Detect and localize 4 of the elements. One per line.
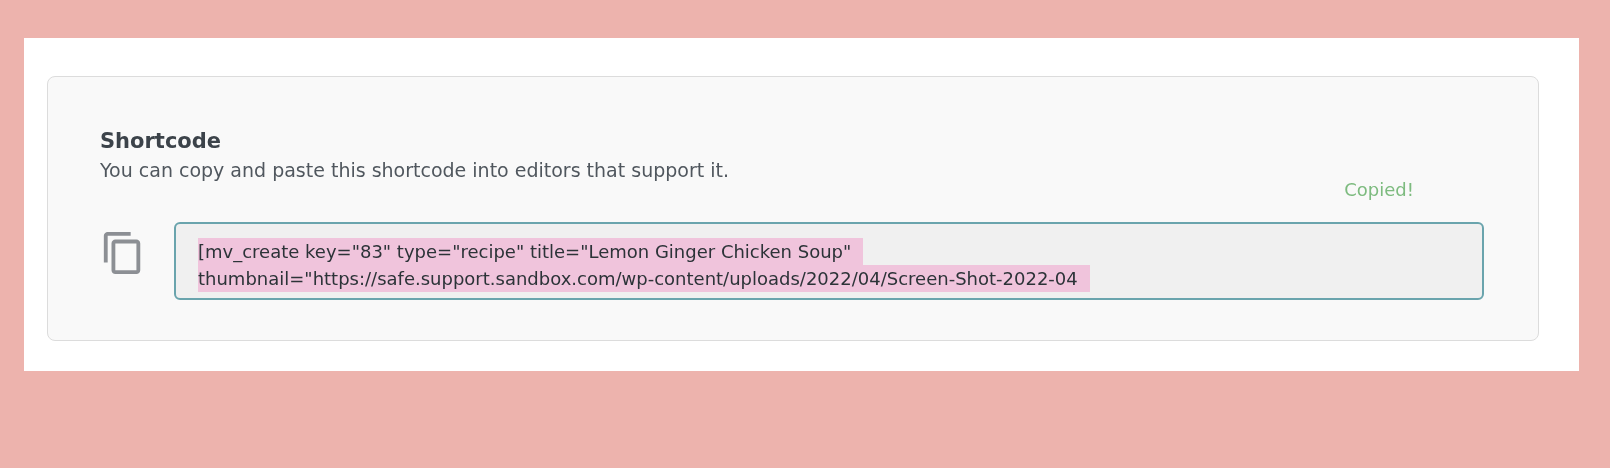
section-title: Shortcode xyxy=(100,129,223,153)
section-description: You can copy and paste this shortcode into editors that support it. xyxy=(100,159,730,181)
shortcode-field[interactable]: [mv_create key="83" type="recipe" title="Lemon Ginger Chicken Soup" thumbnail="https://safe.support.sandbox.com/wp-content/uploads/2022/04/Screen-Shot-2022-04 xyxy=(174,222,1484,300)
copied-status: Copied! xyxy=(1344,179,1414,200)
